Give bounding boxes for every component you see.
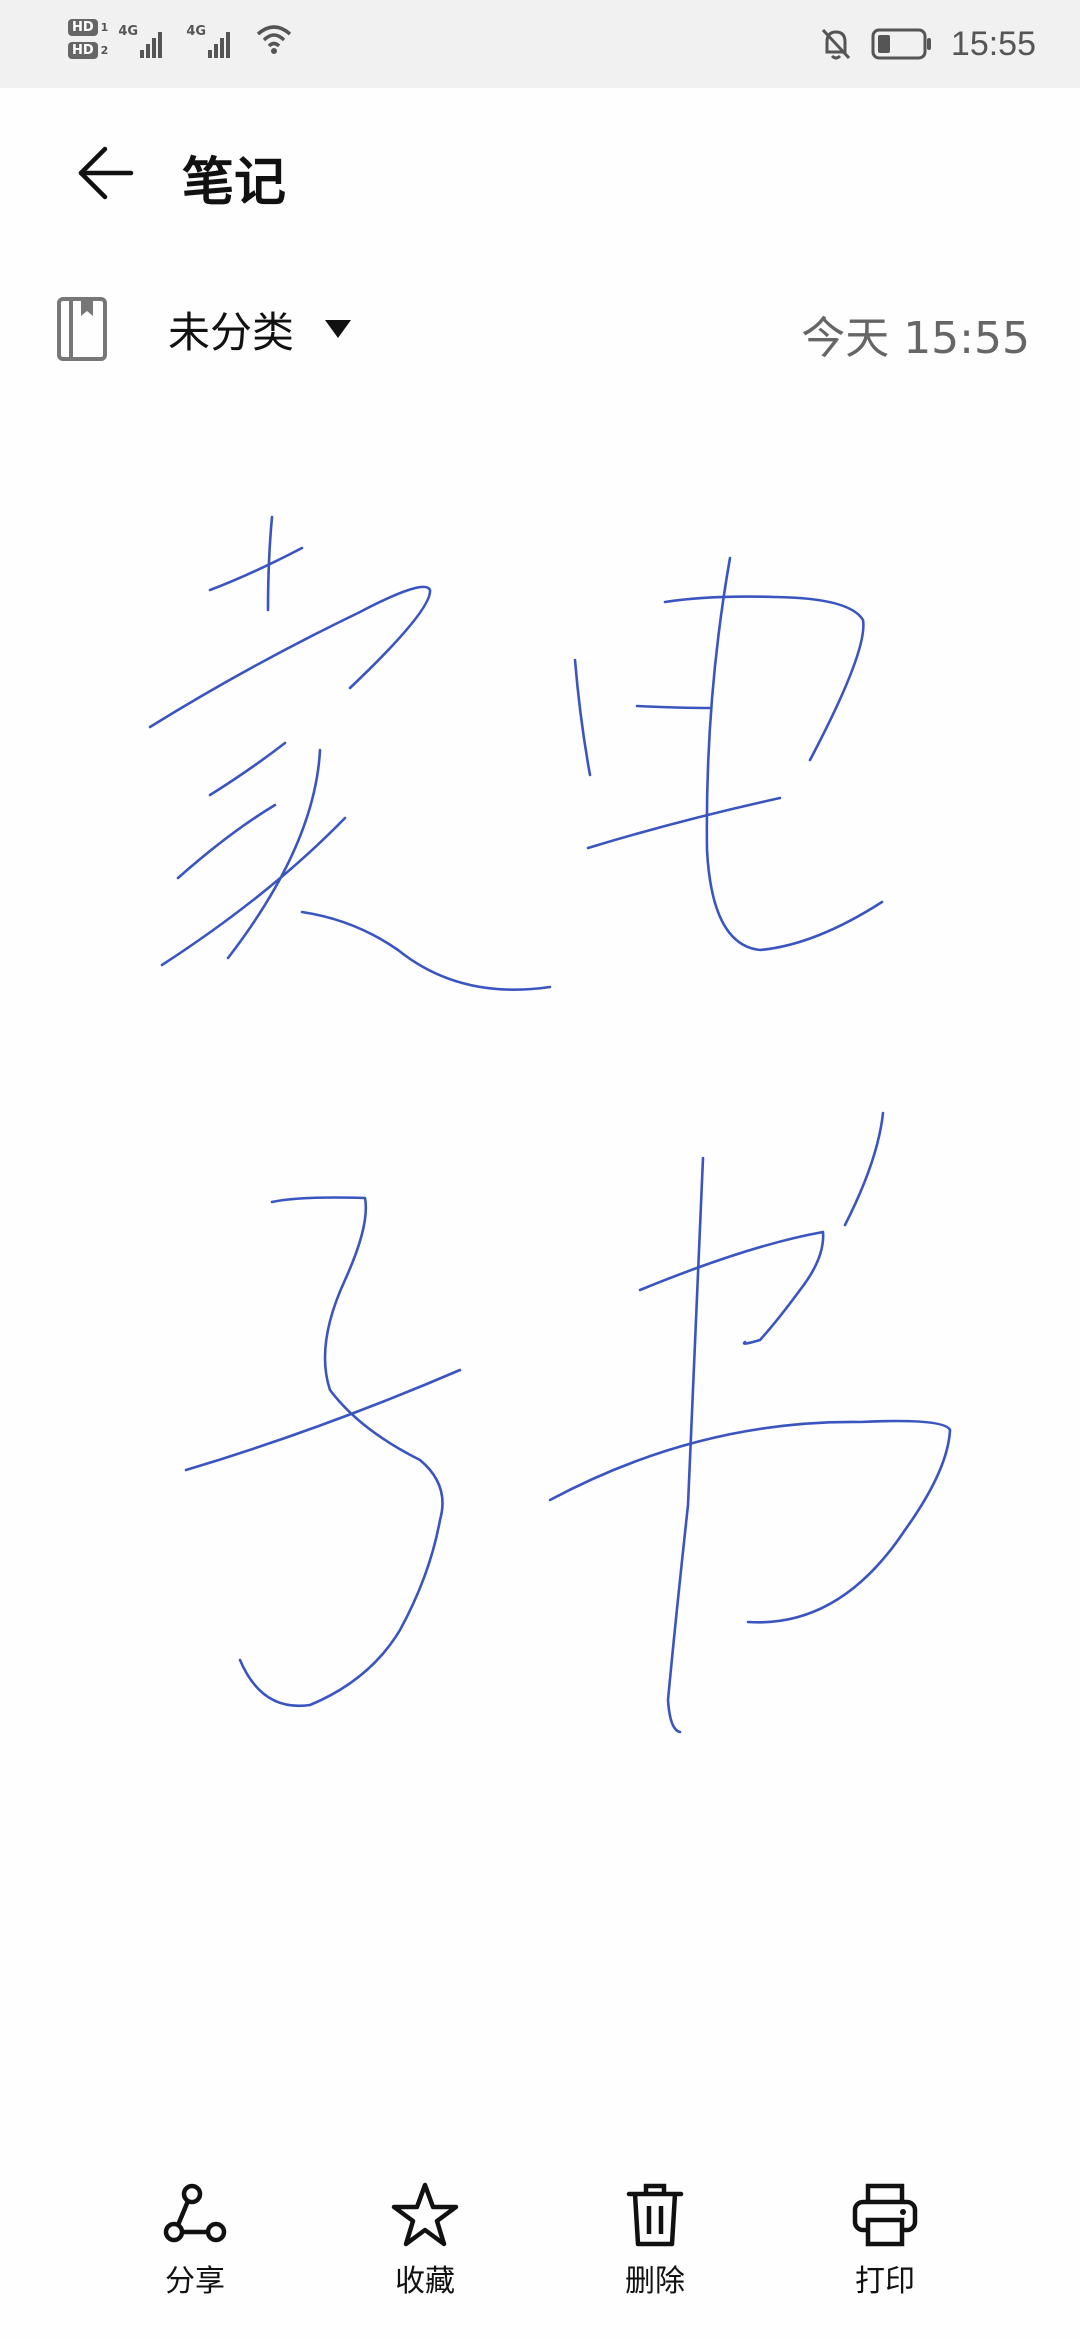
sim1-badge: HD 1 [68,19,108,36]
bottom-toolbar: 分享 收藏 删除 打印 [0,2180,1080,2340]
share-button[interactable]: 分享 [120,2180,270,2340]
signal-icon [208,32,231,58]
ink-stroke [586,796,782,850]
ink-stroke [843,1111,885,1227]
sim-number: 2 [100,44,109,57]
ink-stroke [238,1196,444,1708]
signal-2: 4G [186,14,244,64]
ink-stroke [663,595,865,762]
bell-off-icon [821,28,851,60]
battery-icon [871,28,931,60]
ink-stroke [176,803,277,880]
sim-indicators: HD 1 HD 2 [68,19,108,59]
handwritten-note [148,515,952,1734]
page-title: 笔记 [182,153,287,213]
favorite-button[interactable]: 收藏 [350,2180,500,2340]
triangle-down-icon [325,320,352,338]
ink-stroke [638,1230,825,1345]
ink-stroke [573,658,592,777]
ink-stroke [548,1419,952,1624]
signal-1: 4G [118,14,176,64]
ink-stroke [300,910,552,991]
category-label: 未分类 [168,307,295,357]
star-icon [391,2182,459,2247]
sim2-badge: HD 2 [68,42,108,59]
category-dropdown[interactable]: 未分类 [168,298,352,360]
printer-icon [852,2183,918,2247]
share-label: 分享 [165,2264,225,2299]
wifi-icon [257,25,292,54]
notebook-icon [57,297,107,361]
ink-stroke [184,1368,462,1472]
app-header: 笔记 [0,88,1080,258]
hd-label: HD [68,19,98,36]
ink-stroke [208,546,304,592]
print-label: 打印 [855,2264,915,2299]
signal-icon [140,32,163,58]
ink-stroke [208,741,287,797]
hd-label: HD [68,42,98,59]
back-button[interactable] [60,138,150,208]
ink-stroke [160,816,347,967]
status-bar: HD 1 HD 2 4G 4G 15:55 [0,0,1080,88]
favorite-label: 收藏 [395,2264,455,2299]
sim-number: 1 [100,21,109,34]
delete-button[interactable]: 删除 [580,2180,730,2340]
ink-stroke [148,585,432,729]
status-left: HD 1 HD 2 4G 4G [68,14,294,64]
print-button[interactable]: 打印 [810,2180,960,2340]
note-timestamp: 今天 15:55 [801,313,1030,364]
note-meta-row: 未分类 今天 15:55 [0,280,1080,380]
trash-icon [626,2183,684,2247]
handwriting-canvas[interactable] [0,430,1080,1790]
clock: 15:55 [950,24,1036,63]
ink-stroke [635,704,712,710]
share-icon [163,2183,227,2243]
ink-stroke [705,556,884,952]
status-right: 15:55 [819,0,1036,88]
arrow-left-icon [78,146,134,200]
delete-label: 删除 [625,2264,685,2299]
